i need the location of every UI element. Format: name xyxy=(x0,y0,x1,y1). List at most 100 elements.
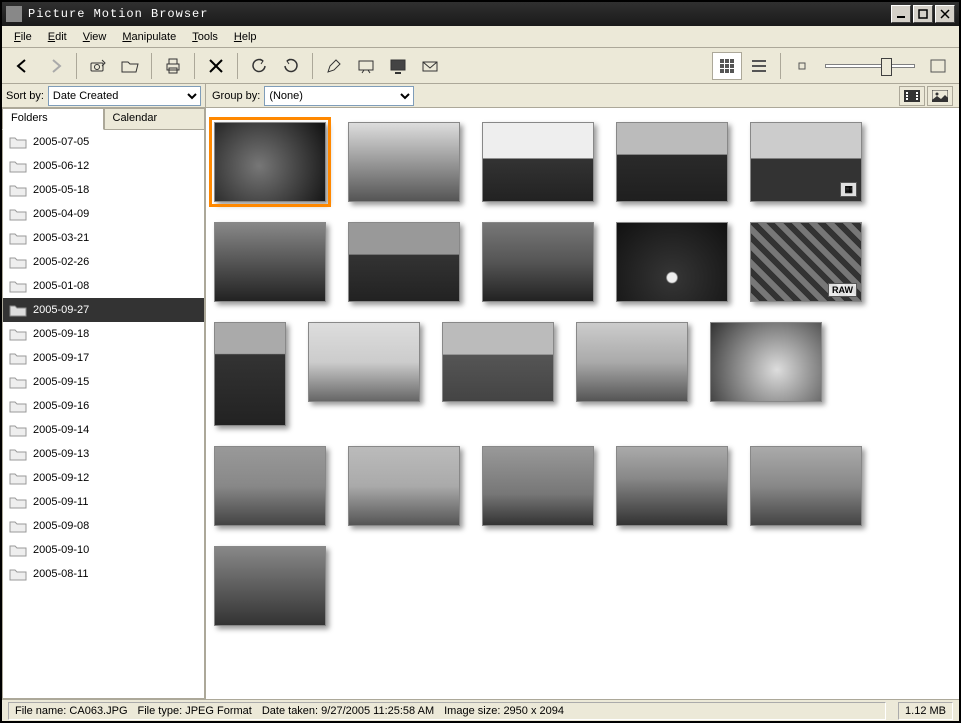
folder-label: 2005-09-15 xyxy=(33,376,89,388)
folder-item[interactable]: 2005-09-11 xyxy=(3,490,204,514)
folder-label: 2005-03-21 xyxy=(33,232,89,244)
folder-list[interactable]: 2005-07-052005-06-122005-05-18 2005-04-09… xyxy=(2,130,205,699)
close-button[interactable] xyxy=(935,5,955,23)
folder-item[interactable]: 2005-09-10 xyxy=(3,538,204,562)
thumbnail[interactable] xyxy=(308,322,420,402)
folder-item[interactable]: 2005-09-12 xyxy=(3,466,204,490)
menu-edit[interactable]: Edit xyxy=(40,29,75,45)
thumbnail[interactable] xyxy=(616,122,728,202)
thumb-large-button[interactable] xyxy=(923,52,953,80)
thumbnail[interactable] xyxy=(214,122,326,202)
minimize-button[interactable] xyxy=(891,5,911,23)
video-badge: ▦ xyxy=(840,182,857,197)
filmstrip-icon-button[interactable] xyxy=(899,86,925,106)
main-area: Sort by: Date Created Folders Calendar 2… xyxy=(2,84,959,699)
folder-icon xyxy=(9,183,27,197)
thumbnail[interactable] xyxy=(482,222,594,302)
list-view-button[interactable] xyxy=(744,52,774,80)
forward-button[interactable] xyxy=(40,52,70,80)
folder-label: 2005-09-18 xyxy=(33,328,89,340)
thumbnail[interactable] xyxy=(214,446,326,526)
app-title: Picture Motion Browser xyxy=(28,7,891,21)
folder-item[interactable]: 2005-05-18 xyxy=(3,178,204,202)
thumbnail[interactable] xyxy=(482,122,594,202)
edit-button[interactable] xyxy=(319,52,349,80)
thumbnail[interactable]: RAW xyxy=(750,222,862,302)
folder-icon xyxy=(9,207,27,221)
folder-item[interactable]: 2005-09-17 xyxy=(3,346,204,370)
maximize-button[interactable] xyxy=(913,5,933,23)
thumbnail[interactable] xyxy=(616,446,728,526)
print-button[interactable] xyxy=(158,52,188,80)
folder-icon xyxy=(9,519,27,533)
sort-select[interactable]: Date Created xyxy=(48,86,201,106)
folder-item[interactable]: 2005-09-27 xyxy=(3,298,204,322)
folder-item[interactable]: 2005-09-18 xyxy=(3,322,204,346)
folder-icon xyxy=(9,399,27,413)
thumbnail[interactable] xyxy=(750,446,862,526)
import-button[interactable] xyxy=(83,52,113,80)
folder-item[interactable]: 2005-09-13 xyxy=(3,442,204,466)
folder-item[interactable]: 2005-09-14 xyxy=(3,418,204,442)
menu-file[interactable]: File xyxy=(6,29,40,45)
group-select[interactable]: (None) xyxy=(264,86,414,106)
menu-help[interactable]: Help xyxy=(226,29,265,45)
folder-item[interactable]: 2005-09-08 xyxy=(3,514,204,538)
rotate-left-button[interactable] xyxy=(244,52,274,80)
app-icon xyxy=(6,6,22,22)
group-label: Group by: xyxy=(212,90,260,102)
folder-item[interactable]: 2005-02-26 xyxy=(3,250,204,274)
slideshow-button[interactable] xyxy=(351,52,381,80)
tab-folders[interactable]: Folders xyxy=(2,108,104,130)
thumbnail[interactable] xyxy=(576,322,688,402)
menu-tools[interactable]: Tools xyxy=(184,29,226,45)
folder-icon xyxy=(9,231,27,245)
delete-button[interactable] xyxy=(201,52,231,80)
sidebar-tabs: Folders Calendar xyxy=(2,108,205,130)
thumbnail[interactable] xyxy=(214,546,326,626)
grid-view-button[interactable] xyxy=(712,52,742,80)
folder-item[interactable]: 2005-04-09 xyxy=(3,202,204,226)
thumbnail[interactable] xyxy=(442,322,554,402)
thumbnail[interactable] xyxy=(214,322,286,426)
folder-label: 2005-09-16 xyxy=(33,400,89,412)
folder-item[interactable]: 2005-08-11 xyxy=(3,562,204,586)
folder-item[interactable]: 2005-09-16 xyxy=(3,394,204,418)
folder-item[interactable]: 2005-09-15 xyxy=(3,370,204,394)
status-file-size: 1.12 MB xyxy=(898,702,953,720)
menu-view[interactable]: View xyxy=(75,29,115,45)
folder-label: 2005-04-09 xyxy=(33,208,89,220)
thumbnail[interactable] xyxy=(710,322,822,402)
folder-icon xyxy=(9,351,27,365)
menu-manipulate[interactable]: Manipulate xyxy=(114,29,184,45)
folder-icon xyxy=(9,495,27,509)
thumbnail[interactable] xyxy=(482,446,594,526)
image-icon-button[interactable] xyxy=(927,86,953,106)
status-bar: File name: CA063.JPG File type: JPEG For… xyxy=(2,699,959,721)
status-info: File name: CA063.JPG File type: JPEG For… xyxy=(8,702,886,720)
thumbnail[interactable]: ▦ xyxy=(750,122,862,202)
folder-item[interactable]: 2005-07-05 xyxy=(3,130,204,154)
thumbnail[interactable] xyxy=(214,222,326,302)
tab-calendar[interactable]: Calendar xyxy=(104,108,206,130)
screen-button[interactable] xyxy=(383,52,413,80)
folder-item[interactable]: 2005-01-08 xyxy=(3,274,204,298)
window-controls xyxy=(891,5,955,23)
thumbnail[interactable] xyxy=(348,222,460,302)
open-folder-button[interactable] xyxy=(115,52,145,80)
folder-label: 2005-09-08 xyxy=(33,520,89,532)
folder-label: 2005-09-12 xyxy=(33,472,89,484)
thumbnail[interactable] xyxy=(616,222,728,302)
thumb-size-slider[interactable] xyxy=(825,64,915,68)
back-button[interactable] xyxy=(8,52,38,80)
thumbnail[interactable] xyxy=(348,122,460,202)
folder-item[interactable]: 2005-06-12 xyxy=(3,154,204,178)
folder-icon xyxy=(9,255,27,269)
email-button[interactable] xyxy=(415,52,445,80)
slider-thumb[interactable] xyxy=(881,58,892,76)
rotate-right-button[interactable] xyxy=(276,52,306,80)
thumbnail-grid[interactable]: ▦ RAW xyxy=(206,108,959,699)
thumb-small-button[interactable] xyxy=(787,52,817,80)
thumbnail[interactable] xyxy=(348,446,460,526)
folder-item[interactable]: 2005-03-21 xyxy=(3,226,204,250)
